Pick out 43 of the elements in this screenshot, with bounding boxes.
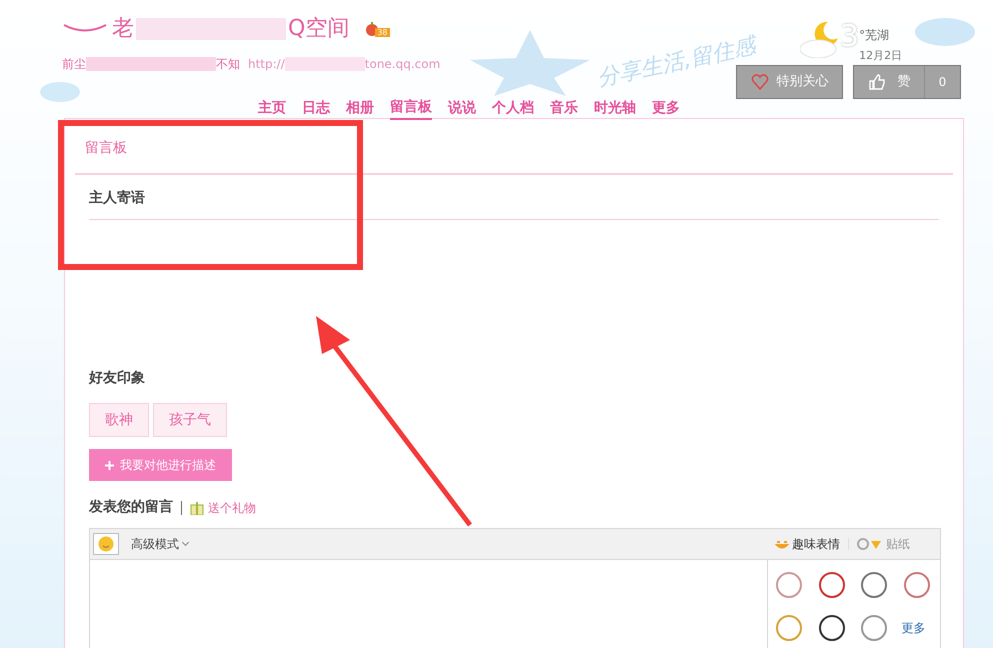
describe-button[interactable]: 我要对他进行描述 [89,449,232,481]
gift-link[interactable]: 送个礼物 [208,498,256,516]
like-button[interactable]: 赞 [854,66,924,98]
city: °芜湖 [859,27,890,44]
owner-note-heading: 主人寄语 [89,190,145,206]
sticker-tab[interactable]: 贴纸 [857,535,910,553]
panel-title: 留言板 [85,140,127,156]
more-link[interactable]: 更多 [902,618,934,637]
thumbs-up-icon [868,73,886,91]
mode-dropdown[interactable]: 高级模式 [131,535,188,553]
compose-heading: 发表您的留言 [89,498,173,517]
nav-tab[interactable]: 个人档 [492,97,534,120]
nav-tab[interactable]: 主页 [258,97,286,120]
like-count: 0 [924,66,960,98]
level-badge: 38 [375,28,390,37]
emoji-button[interactable] [93,533,119,555]
space-url-start[interactable]: http:// [248,55,285,73]
nav-tab[interactable]: 时光轴 [594,97,636,120]
fun-emoji-tab[interactable]: 趣味表情 [775,535,840,553]
impression-tag[interactable]: 孩子气 [153,403,227,437]
impressions-heading: 好友印象 [89,369,146,388]
gift-icon [190,500,204,514]
moon-cloud-icon [800,22,840,58]
star-icon [470,30,590,96]
signature-start: 前尘 [62,56,86,73]
temperature: 3 [840,22,860,52]
date: 12月2日 [859,48,902,64]
impression-tag[interactable]: 歌神 [89,403,149,437]
plus-icon [105,460,114,470]
space-title-end: Q空间 [288,15,350,43]
nav-tab[interactable]: 更多 [652,97,680,120]
signature-end: 不知 [216,56,240,73]
nav-tab[interactable]: 日志 [302,97,330,120]
special-care-button[interactable]: 特别关心 [736,65,843,99]
smiley-icon [98,536,114,552]
nav-tab[interactable]: 相册 [346,97,374,120]
nav-tab[interactable]: 音乐 [550,97,578,120]
cloud-icon [40,82,80,102]
cloud-icon [915,18,975,46]
sticker-icon[interactable] [816,612,846,643]
nav-tab[interactable]: 说说 [448,97,476,120]
space-title-start: 老 [112,15,134,43]
space-url-end[interactable]: tone.qq.com [364,55,440,73]
